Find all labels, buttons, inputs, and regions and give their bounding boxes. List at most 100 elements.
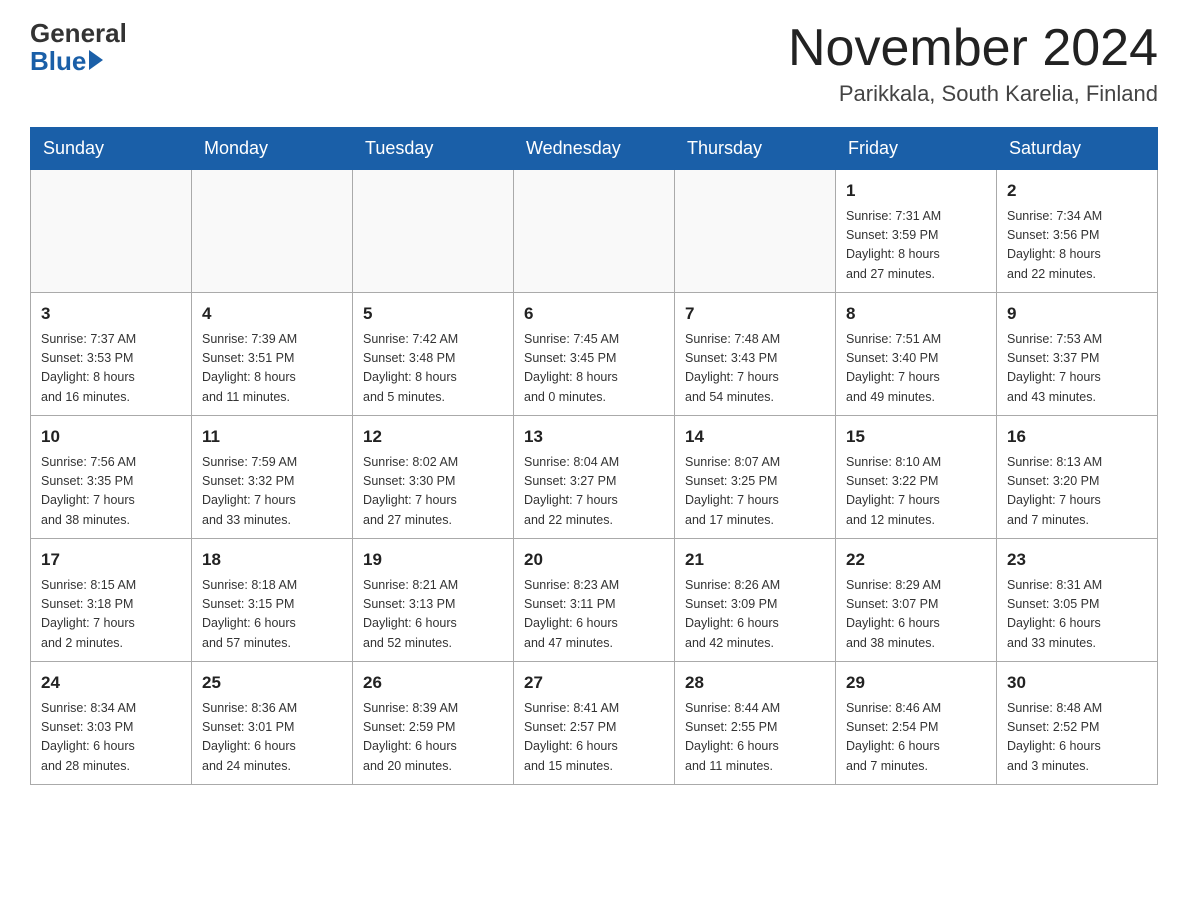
day-number: 27 (524, 670, 664, 696)
calendar-cell: 5 Sunrise: 7:42 AM Sunset: 3:48 PM Daylig… (353, 293, 514, 416)
day-info: Sunrise: 8:31 AM Sunset: 3:05 PM Dayligh… (1007, 576, 1147, 654)
day-number: 4 (202, 301, 342, 327)
logo-triangle-icon (89, 50, 103, 70)
day-info: Sunrise: 8:26 AM Sunset: 3:09 PM Dayligh… (685, 576, 825, 654)
day-number: 9 (1007, 301, 1147, 327)
day-number: 15 (846, 424, 986, 450)
weekday-header-tuesday: Tuesday (353, 128, 514, 170)
day-info: Sunrise: 7:48 AM Sunset: 3:43 PM Dayligh… (685, 330, 825, 408)
calendar-cell (675, 170, 836, 293)
calendar-cell: 21 Sunrise: 8:26 AM Sunset: 3:09 PM Dayli… (675, 539, 836, 662)
calendar-cell: 15 Sunrise: 8:10 AM Sunset: 3:22 PM Dayli… (836, 416, 997, 539)
calendar-cell: 26Sunrise: 8:39 AM Sunset: 2:59 PM Dayli… (353, 662, 514, 785)
day-info: Sunrise: 8:10 AM Sunset: 3:22 PM Dayligh… (846, 453, 986, 531)
weekday-header-monday: Monday (192, 128, 353, 170)
logo: General Blue (30, 20, 127, 77)
weekday-header-wednesday: Wednesday (514, 128, 675, 170)
page-header: General Blue November 2024 Parikkala, So… (30, 20, 1158, 107)
day-number: 2 (1007, 178, 1147, 204)
calendar-cell: 6 Sunrise: 7:45 AM Sunset: 3:45 PM Daylig… (514, 293, 675, 416)
day-info: Sunrise: 7:34 AM Sunset: 3:56 PM Dayligh… (1007, 207, 1147, 285)
title-block: November 2024 Parikkala, South Karelia, … (788, 20, 1158, 107)
day-info: Sunrise: 7:39 AM Sunset: 3:51 PM Dayligh… (202, 330, 342, 408)
month-title: November 2024 (788, 20, 1158, 77)
day-number: 25 (202, 670, 342, 696)
day-number: 22 (846, 547, 986, 573)
weekday-header-saturday: Saturday (997, 128, 1158, 170)
day-number: 5 (363, 301, 503, 327)
calendar-cell: 3Sunrise: 7:37 AM Sunset: 3:53 PM Daylig… (31, 293, 192, 416)
day-number: 20 (524, 547, 664, 573)
calendar-cell: 28 Sunrise: 8:44 AM Sunset: 2:55 PM Dayli… (675, 662, 836, 785)
calendar-week-3: 10Sunrise: 7:56 AM Sunset: 3:35 PM Dayli… (31, 416, 1158, 539)
calendar-cell (31, 170, 192, 293)
calendar-cell: 13 Sunrise: 8:04 AM Sunset: 3:27 PM Dayli… (514, 416, 675, 539)
calendar-cell: 27 Sunrise: 8:41 AM Sunset: 2:57 PM Dayli… (514, 662, 675, 785)
calendar-cell: 23 Sunrise: 8:31 AM Sunset: 3:05 PM Dayli… (997, 539, 1158, 662)
weekday-header-sunday: Sunday (31, 128, 192, 170)
logo-general-text: General (30, 20, 127, 46)
day-number: 13 (524, 424, 664, 450)
day-number: 24 (41, 670, 181, 696)
day-number: 30 (1007, 670, 1147, 696)
calendar-cell: 14Sunrise: 8:07 AM Sunset: 3:25 PM Dayli… (675, 416, 836, 539)
day-info: Sunrise: 8:46 AM Sunset: 2:54 PM Dayligh… (846, 699, 986, 777)
calendar-cell: 10Sunrise: 7:56 AM Sunset: 3:35 PM Dayli… (31, 416, 192, 539)
day-info: Sunrise: 7:59 AM Sunset: 3:32 PM Dayligh… (202, 453, 342, 531)
day-info: Sunrise: 8:41 AM Sunset: 2:57 PM Dayligh… (524, 699, 664, 777)
day-info: Sunrise: 8:02 AM Sunset: 3:30 PM Dayligh… (363, 453, 503, 531)
calendar-cell: 25 Sunrise: 8:36 AM Sunset: 3:01 PM Dayli… (192, 662, 353, 785)
calendar-cell: 18 Sunrise: 8:18 AM Sunset: 3:15 PM Dayli… (192, 539, 353, 662)
day-number: 21 (685, 547, 825, 573)
day-info: Sunrise: 8:13 AM Sunset: 3:20 PM Dayligh… (1007, 453, 1147, 531)
day-number: 7 (685, 301, 825, 327)
day-info: Sunrise: 8:44 AM Sunset: 2:55 PM Dayligh… (685, 699, 825, 777)
day-info: Sunrise: 8:36 AM Sunset: 3:01 PM Dayligh… (202, 699, 342, 777)
day-number: 10 (41, 424, 181, 450)
day-number: 28 (685, 670, 825, 696)
day-info: Sunrise: 7:42 AM Sunset: 3:48 PM Dayligh… (363, 330, 503, 408)
day-info: Sunrise: 8:04 AM Sunset: 3:27 PM Dayligh… (524, 453, 664, 531)
calendar-cell: 17 Sunrise: 8:15 AM Sunset: 3:18 PM Dayli… (31, 539, 192, 662)
day-info: Sunrise: 7:37 AM Sunset: 3:53 PM Dayligh… (41, 330, 181, 408)
day-number: 23 (1007, 547, 1147, 573)
calendar-cell: 2 Sunrise: 7:34 AM Sunset: 3:56 PM Daylig… (997, 170, 1158, 293)
calendar-week-2: 3Sunrise: 7:37 AM Sunset: 3:53 PM Daylig… (31, 293, 1158, 416)
day-info: Sunrise: 8:15 AM Sunset: 3:18 PM Dayligh… (41, 576, 181, 654)
day-number: 6 (524, 301, 664, 327)
day-info: Sunrise: 7:31 AM Sunset: 3:59 PM Dayligh… (846, 207, 986, 285)
day-info: Sunrise: 8:21 AM Sunset: 3:13 PM Dayligh… (363, 576, 503, 654)
calendar-cell (353, 170, 514, 293)
calendar-cell: 4 Sunrise: 7:39 AM Sunset: 3:51 PM Daylig… (192, 293, 353, 416)
calendar-cell: 30Sunrise: 8:48 AM Sunset: 2:52 PM Dayli… (997, 662, 1158, 785)
day-number: 18 (202, 547, 342, 573)
calendar-cell: 19Sunrise: 8:21 AM Sunset: 3:13 PM Dayli… (353, 539, 514, 662)
location-subtitle: Parikkala, South Karelia, Finland (788, 81, 1158, 107)
calendar-cell (514, 170, 675, 293)
calendar-cell: 29Sunrise: 8:46 AM Sunset: 2:54 PM Dayli… (836, 662, 997, 785)
day-info: Sunrise: 8:29 AM Sunset: 3:07 PM Dayligh… (846, 576, 986, 654)
day-info: Sunrise: 8:18 AM Sunset: 3:15 PM Dayligh… (202, 576, 342, 654)
day-info: Sunrise: 7:45 AM Sunset: 3:45 PM Dayligh… (524, 330, 664, 408)
day-info: Sunrise: 8:07 AM Sunset: 3:25 PM Dayligh… (685, 453, 825, 531)
calendar-cell: 20 Sunrise: 8:23 AM Sunset: 3:11 PM Dayli… (514, 539, 675, 662)
calendar-cell: 11 Sunrise: 7:59 AM Sunset: 3:32 PM Dayli… (192, 416, 353, 539)
weekday-header-thursday: Thursday (675, 128, 836, 170)
day-info: Sunrise: 7:53 AM Sunset: 3:37 PM Dayligh… (1007, 330, 1147, 408)
day-number: 16 (1007, 424, 1147, 450)
day-number: 11 (202, 424, 342, 450)
logo-blue-text: Blue (30, 46, 86, 77)
calendar-table: SundayMondayTuesdayWednesdayThursdayFrid… (30, 127, 1158, 785)
calendar-week-1: 1Sunrise: 7:31 AM Sunset: 3:59 PM Daylig… (31, 170, 1158, 293)
calendar-week-4: 17 Sunrise: 8:15 AM Sunset: 3:18 PM Dayli… (31, 539, 1158, 662)
day-info: Sunrise: 7:51 AM Sunset: 3:40 PM Dayligh… (846, 330, 986, 408)
calendar-cell: 12Sunrise: 8:02 AM Sunset: 3:30 PM Dayli… (353, 416, 514, 539)
day-info: Sunrise: 8:23 AM Sunset: 3:11 PM Dayligh… (524, 576, 664, 654)
day-number: 8 (846, 301, 986, 327)
logo-blue-row: Blue (30, 46, 103, 77)
day-number: 17 (41, 547, 181, 573)
calendar-cell: 24Sunrise: 8:34 AM Sunset: 3:03 PM Dayli… (31, 662, 192, 785)
calendar-cell: 8 Sunrise: 7:51 AM Sunset: 3:40 PM Daylig… (836, 293, 997, 416)
day-number: 26 (363, 670, 503, 696)
calendar-cell: 7 Sunrise: 7:48 AM Sunset: 3:43 PM Daylig… (675, 293, 836, 416)
